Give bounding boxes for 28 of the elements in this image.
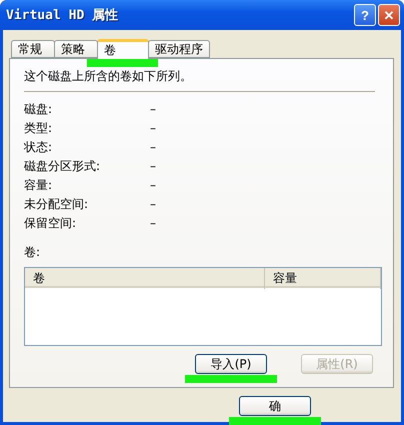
field-value: – xyxy=(150,216,157,230)
description-text: 这个磁盘上所含的卷如下所列。 xyxy=(24,69,192,83)
field-label: 容量: xyxy=(24,178,54,192)
tab[interactable]: 常规 xyxy=(11,40,55,58)
import-button[interactable]: 导入(P) xyxy=(195,354,267,374)
window-title: Virtual HD 属性 xyxy=(6,7,120,24)
close-button[interactable]: ✕ xyxy=(378,4,400,26)
column-header[interactable]: 容量 xyxy=(265,268,381,289)
field-label: 类型: xyxy=(24,121,54,135)
field-value: – xyxy=(150,121,157,135)
field-label: 状态: xyxy=(24,140,54,154)
tab[interactable]: 卷 xyxy=(97,39,149,59)
tab[interactable]: 驱动程序 xyxy=(148,40,210,58)
field-label: 磁盘分区形式: xyxy=(24,159,102,173)
list-label: 卷: xyxy=(24,244,42,261)
field-value: – xyxy=(150,140,157,154)
help-button[interactable]: ? xyxy=(354,4,376,26)
column-header[interactable]: 卷 xyxy=(25,268,265,289)
field-value: – xyxy=(150,178,157,192)
field-value: – xyxy=(150,197,157,211)
field-label: 磁盘: xyxy=(24,102,54,116)
field-value: – xyxy=(150,102,157,116)
field-label: 未分配空间: xyxy=(24,197,90,211)
ok-button[interactable]: 确 xyxy=(239,396,311,416)
field-value: – xyxy=(150,159,157,173)
tab[interactable]: 策略 xyxy=(54,40,98,58)
field-label: 保留空间: xyxy=(24,216,78,230)
volume-list[interactable]: 卷 容量 xyxy=(24,267,382,346)
